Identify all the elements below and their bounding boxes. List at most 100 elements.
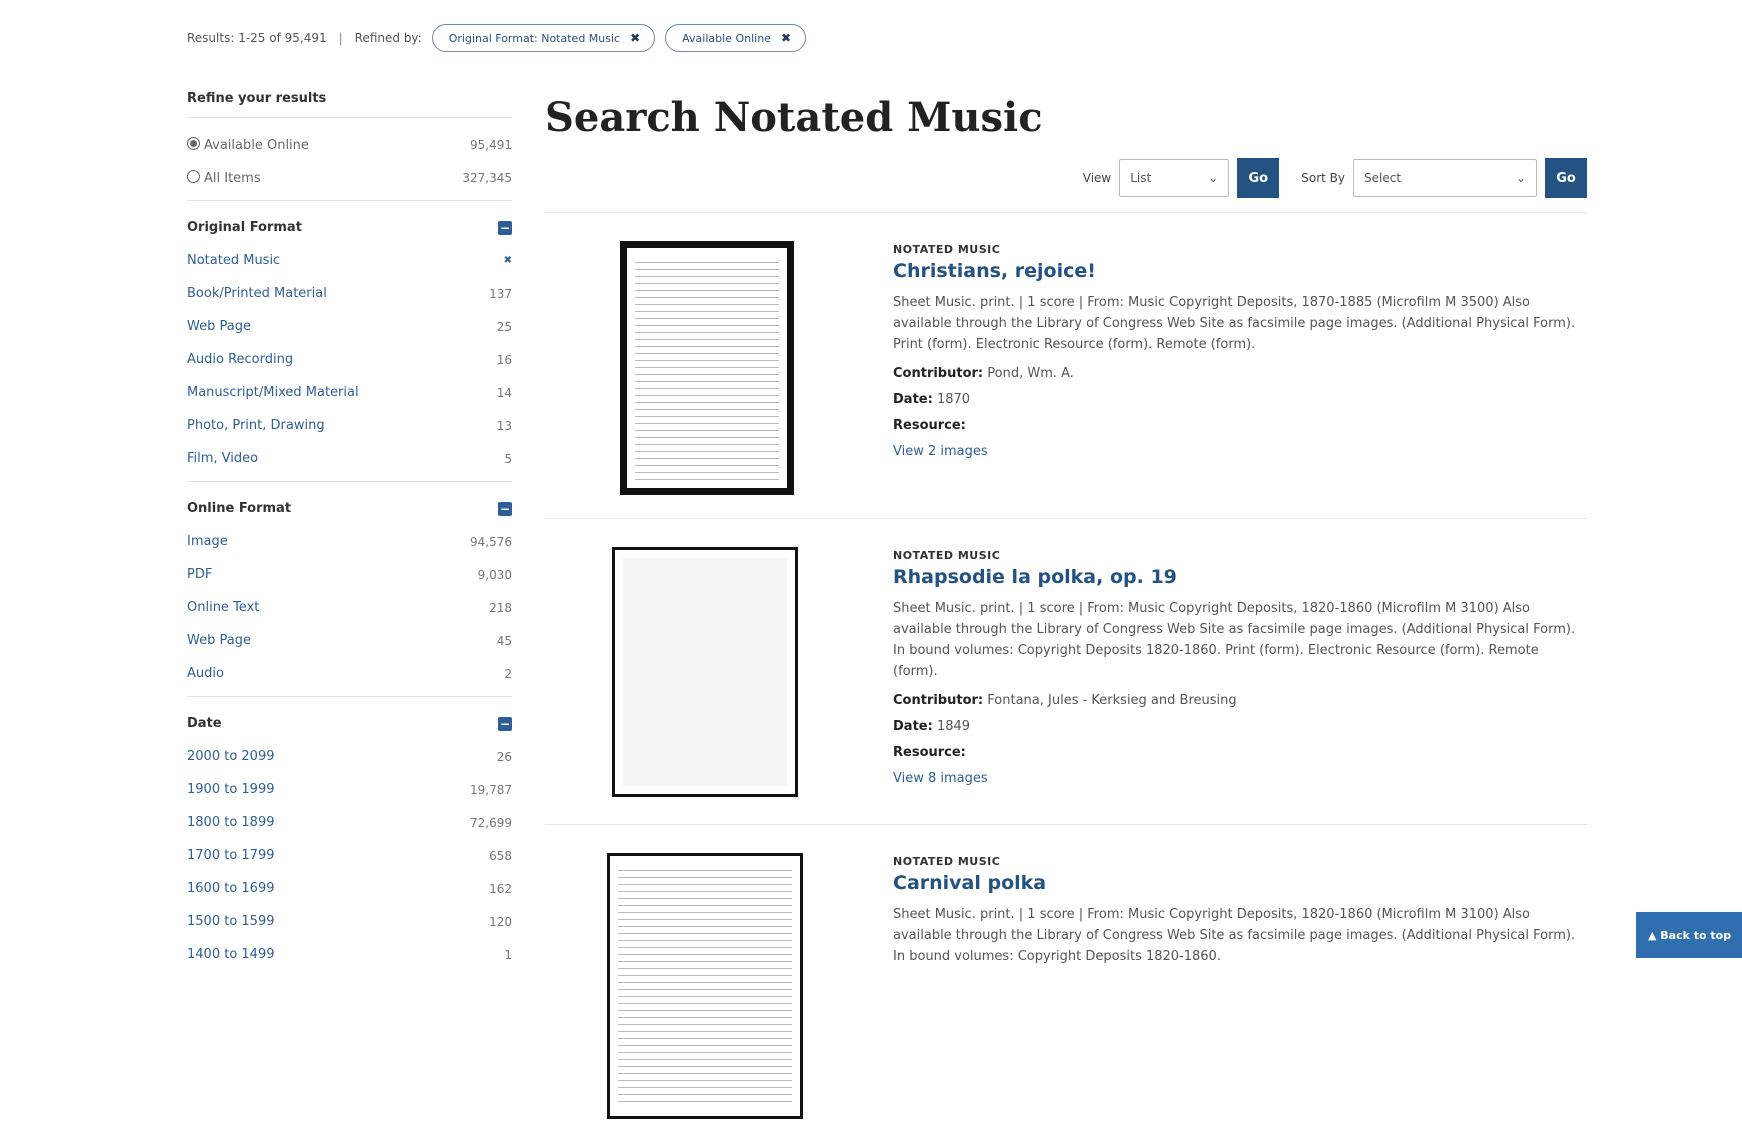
filter-pill-label: Original Format: Notated Music xyxy=(448,31,621,45)
facet-item[interactable]: Book/Printed Material 137 xyxy=(187,277,512,310)
facet-group-date: Date − 2000 to 2099 26 1900 to 1999 19,787… xyxy=(187,696,512,971)
facet-group-title: Online Format xyxy=(187,501,292,516)
facet-group-header[interactable]: Date − xyxy=(187,707,512,740)
view-go-button[interactable]: Go xyxy=(1237,158,1280,198)
remove-filter-icon[interactable]: ✖ xyxy=(630,31,640,45)
radio-selected-icon[interactable] xyxy=(187,136,200,150)
facet-label: Audio Recording xyxy=(187,352,294,367)
page-title: Search Notated Music xyxy=(545,94,1043,141)
facet-group-header[interactable]: Online Format − xyxy=(187,492,512,525)
facet-item[interactable]: Web Page 25 xyxy=(187,310,512,343)
result-thumbnail[interactable] xyxy=(612,547,798,797)
back-to-top-button[interactable]: ▲ Back to top xyxy=(1636,912,1742,958)
result-title-link[interactable]: Carnival polka xyxy=(893,872,1583,894)
facet-item[interactable]: Film, Video 5 xyxy=(187,442,512,475)
date-label: Date: xyxy=(893,392,933,407)
date-value: 1870 xyxy=(936,392,971,407)
facet-label: Manuscript/Mixed Material xyxy=(187,385,359,400)
availability-all-items[interactable]: All Items 327,345 xyxy=(187,161,512,194)
radio-icon[interactable] xyxy=(187,169,200,183)
filter-pill-original-format[interactable]: Original Format: Notated Music ✖ xyxy=(431,24,656,52)
collapse-icon[interactable]: − xyxy=(498,220,512,235)
facet-item[interactable]: Photo, Print, Drawing 13 xyxy=(187,409,512,442)
sort-go-button[interactable]: Go xyxy=(1545,158,1587,198)
result-text: NOTATED MUSIC Carnival polka Sheet Music… xyxy=(893,855,1583,973)
facet-item[interactable]: Web Page 45 xyxy=(187,624,512,657)
result-title-link[interactable]: Christians, rejoice! xyxy=(893,260,1583,282)
facet-label: 1700 to 1799 xyxy=(187,848,275,863)
result-thumbnail[interactable] xyxy=(620,241,794,495)
facet-item[interactable]: 1800 to 1899 72,699 xyxy=(187,806,512,839)
facet-item[interactable]: Image 94,576 xyxy=(187,525,512,558)
facet-count: 72,699 xyxy=(470,815,512,830)
separator: | xyxy=(338,31,343,45)
result-text: NOTATED MUSIC Rhapsodie la polka, op. 19… xyxy=(893,549,1583,792)
chevron-down-icon: ⌄ xyxy=(1208,171,1219,185)
remove-filter-icon[interactable]: ✖ xyxy=(781,31,791,45)
facet-group-online-format: Online Format − Image 94,576 PDF 9,030 Onl… xyxy=(187,481,512,690)
availability-available-online[interactable]: Available Online 95,491 xyxy=(187,128,512,161)
view-select-value: List xyxy=(1130,171,1152,185)
view-images-link[interactable]: View 8 images xyxy=(893,771,988,786)
facet-count: 218 xyxy=(489,600,512,615)
facet-item[interactable]: Audio Recording 16 xyxy=(187,343,512,376)
facet-item[interactable]: 2000 to 2099 26 xyxy=(187,740,512,773)
availability-label: All Items xyxy=(204,170,261,186)
facet-count: 658 xyxy=(489,848,512,863)
refined-by-label: Refined by: xyxy=(354,31,422,45)
facet-label: 1600 to 1699 xyxy=(187,881,275,896)
collapse-icon[interactable]: − xyxy=(498,501,512,516)
resource-label: Resource: xyxy=(893,418,966,433)
remove-facet-icon[interactable]: ✖ xyxy=(504,255,512,266)
result-item: NOTATED MUSIC Rhapsodie la polka, op. 19… xyxy=(545,518,1587,824)
resource-label: Resource: xyxy=(893,745,966,760)
result-format: NOTATED MUSIC xyxy=(893,243,1001,256)
facet-item[interactable]: 1700 to 1799 658 xyxy=(187,839,512,872)
result-meta: Contributor: Pond, Wm. A. Date: 1870 Res… xyxy=(893,361,1583,465)
result-title-link[interactable]: Rhapsodie la polka, op. 19 xyxy=(893,566,1583,588)
availability-label: Available Online xyxy=(204,137,309,153)
facet-count: 16 xyxy=(496,352,512,367)
date-value: 1849 xyxy=(936,719,971,734)
facet-item[interactable]: 1600 to 1699 162 xyxy=(187,872,512,905)
filter-pill-available-online[interactable]: Available Online ✖ xyxy=(665,24,807,52)
result-description: Sheet Music. print. | 1 score | From: Mu… xyxy=(893,907,1576,964)
result-thumbnail[interactable] xyxy=(607,853,803,1119)
facet-label: 1900 to 1999 xyxy=(187,782,275,797)
facet-group-header[interactable]: Original Format − xyxy=(187,211,512,244)
facet-item[interactable]: Manuscript/Mixed Material 14 xyxy=(187,376,512,409)
facet-label: Notated Music xyxy=(187,253,281,268)
facet-label: Audio xyxy=(187,666,224,681)
sort-select[interactable]: Select ⌄ xyxy=(1353,159,1537,197)
facet-item[interactable]: 1400 to 1499 1 xyxy=(187,938,512,971)
facet-item[interactable]: Audio 2 xyxy=(187,657,512,690)
facet-count: 95,491 xyxy=(470,137,512,152)
result-format: NOTATED MUSIC xyxy=(893,549,1001,562)
view-label: View xyxy=(1082,171,1112,185)
view-images-link[interactable]: View 2 images xyxy=(893,444,988,459)
facet-count: 13 xyxy=(496,418,512,433)
facet-item[interactable]: Online Text 218 xyxy=(187,591,512,624)
result-meta: Contributor: Fontana, Jules - Kerksieg a… xyxy=(893,688,1583,792)
collapse-icon[interactable]: − xyxy=(498,716,512,731)
facet-label: 2000 to 2099 xyxy=(187,749,275,764)
main-content: Search Notated Music View List ⌄ Go Sort… xyxy=(545,82,1587,1119)
refinement-bar: Results: 1-25 of 95,491 | Refined by: Or… xyxy=(187,22,807,54)
facet-label: Web Page xyxy=(187,633,251,648)
facet-item[interactable]: 1500 to 1599 120 xyxy=(187,905,512,938)
result-text: NOTATED MUSIC Christians, rejoice! Sheet… xyxy=(893,243,1583,465)
result-description: Sheet Music. print. | 1 score | From: Mu… xyxy=(893,295,1576,352)
result-description: Sheet Music. print. | 1 score | From: Mu… xyxy=(893,601,1576,679)
facet-group-original-format: Original Format − Notated Music ✖ Book/Pr… xyxy=(187,200,512,475)
facet-count: 5 xyxy=(504,451,512,466)
facet-count: 14 xyxy=(496,385,512,400)
facet-item[interactable]: PDF 9,030 xyxy=(187,558,512,591)
facet-group-title: Original Format xyxy=(187,220,302,235)
view-select[interactable]: List ⌄ xyxy=(1119,159,1230,197)
contributor-label: Contributor: xyxy=(893,366,984,381)
facet-count: 2 xyxy=(504,666,512,681)
facet-item[interactable]: Notated Music ✖ xyxy=(187,244,512,277)
facet-item[interactable]: 1900 to 1999 19,787 xyxy=(187,773,512,806)
facet-count: 9,030 xyxy=(477,567,512,582)
facet-label: Online Text xyxy=(187,600,260,615)
